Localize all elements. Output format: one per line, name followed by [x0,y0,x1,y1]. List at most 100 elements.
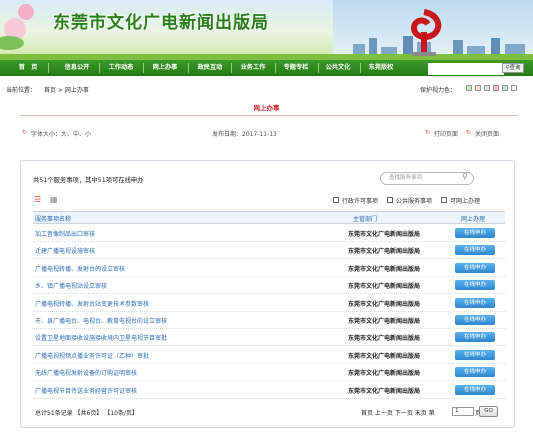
search-button[interactable]: ⚲查询 [502,63,524,73]
apply-online-button[interactable]: 在线申办 [455,332,495,343]
col-header-dept: 主管部门 [353,216,378,223]
header-banner: 东莞市文化广电新闻出版局 [0,0,533,60]
color-swatch[interactable] [484,85,490,91]
color-swatch[interactable] [502,85,508,91]
service-dept: 东莞市文化广电新闻出版局 [348,283,421,291]
page-number-input[interactable]: 1 [452,407,474,416]
table-row: 加工音像制品出口审核 东莞市文化广电新闻出版局 在线申办 [33,225,505,242]
eye-care-label: 保护视力色： [420,87,457,94]
search-button-label: 查询 [509,65,521,71]
table-row: 广播电视转播、发射台的设立审核 东莞市文化广电新闻出版局 在线申办 [33,260,505,277]
apply-online-button[interactable]: 在线申办 [455,262,495,273]
service-dept: 东莞市文化广电新闻出版局 [348,265,421,273]
print-icon: ↻ [425,129,431,136]
apply-online-button[interactable]: 在线申办 [455,280,495,291]
nav-item-special-topics[interactable]: 专题专栏 [276,60,316,76]
nav-item-info-disclosure[interactable]: 信息公开 [57,60,97,76]
nav-item-work-news[interactable]: 工作动态 [101,60,141,76]
nav-divider [231,63,232,73]
search-icon[interactable]: ⚲ [462,172,468,181]
service-name-link[interactable]: 广播电视视频点播业务许可证（乙种）审批 [35,351,149,360]
apply-online-button[interactable]: 在线申办 [455,367,495,378]
nav-item-online-services[interactable]: 网上办事 [145,60,185,76]
service-dept: 东莞市文化广电新闻出版局 [348,335,421,343]
table-row: 市、县广播电台、电视台、教育电视台的设立审核 东莞市文化广电新闻出版局 在线申办 [33,312,505,329]
apply-online-button[interactable]: 在线申办 [455,228,495,238]
main-nav: 首 页 信息公开 工作动态 网上办事 政民互动 业务工作 专题专栏 公共文化 东… [0,60,533,76]
service-name-link[interactable]: 乡、镇广播电视站设立审核 [35,281,107,290]
table-row: 广播电视视频点播业务许可证（乙种）审批 东莞市文化广电新闻出版局 在线申办 [33,347,505,364]
close-icon: ↻ [466,129,472,136]
filter-label-online: 可网上办理 [450,198,481,205]
nav-divider [99,63,100,73]
table-row: 迁建广播电视设施审核 东莞市文化广电新闻出版局 在线申办 [33,242,505,260]
breadcrumb[interactable]: 首页 > 网上办事 [44,85,89,94]
service-dept: 东莞市文化广电新闻出版局 [348,318,421,325]
nav-item-home[interactable]: 首 页 [12,60,44,76]
apply-online-button[interactable]: 在线申办 [455,315,495,325]
nav-divider [143,63,144,73]
service-name-link[interactable]: 市、县广播电台、电视台、教育电视台的设立审核 [35,316,167,325]
service-summary: 共51个服务事项，其中51项可在线申办 [33,177,144,184]
service-name-link[interactable]: 广播电视转播、发射台站变更技术参数审核 [35,299,149,308]
filter-label-admin-permit: 行政许可事项 [342,198,379,205]
service-dept: 东莞市文化广电新闻出版局 [348,248,421,256]
apply-online-button[interactable]: 在线申办 [455,384,495,395]
title-divider [20,115,518,116]
color-swatch[interactable] [475,85,481,91]
service-name-link[interactable]: 无线广播电视发射设备的订购证明审核 [35,368,137,377]
location-bar: 当前位置： 首页 > 网上办事 保护视力色： [0,83,533,94]
apply-online-button[interactable]: 在线申办 [455,245,495,256]
service-name-link[interactable]: 广播电视转播、发射台的设立审核 [35,264,125,273]
service-name-link[interactable]: 广播电视节目传送业务经营许可证审核 [35,386,137,395]
service-dept: 东莞市文化广电新闻出版局 [348,231,421,238]
filter-checkbox-public-service[interactable] [387,197,393,203]
publish-date: 发布日期：2017-11-13 [212,131,277,138]
record-info: 总计51条记录 【共6页】 【10条/页】 [35,410,138,417]
site-search-input[interactable] [428,63,504,75]
service-dept: 东莞市文化广电新闻出版局 [348,387,421,395]
service-search-input[interactable]: 查找服务事项 [380,172,474,185]
col-header-name: 服务事项名称 [35,216,72,223]
apply-online-button[interactable]: 在线申办 [455,349,495,360]
service-dept: 东莞市文化广电新闻出版局 [348,370,421,378]
service-name-link[interactable]: 设置卫星地面接收设施接收境内卫星电视节目审批 [35,333,167,342]
grid-view-icon[interactable]: ▦ [50,195,58,204]
table-row: 无线广播电视发射设备的订购证明审核 东莞市文化广电新闻出版局 在线申办 [33,364,505,382]
flower-decoration [18,4,34,20]
table-row: 乡、镇广播电视站设立审核 东莞市文化广电新闻出版局 在线申办 [33,277,505,295]
nav-item-public-interaction[interactable]: 政民互动 [190,60,230,76]
page-title: 网上办事 [253,104,280,112]
table-row: 广播电视转播、发射台站变更技术参数审核 东莞市文化广电新闻出版局 在线申办 [33,295,505,312]
table-header: 服务事项名称 主管部门 网上办理 [33,211,505,224]
close-page-link[interactable]: 关闭页面 [475,129,499,138]
nav-item-copyright[interactable]: 东莞版权 [361,60,401,76]
filter-checkbox-online[interactable] [441,197,447,203]
col-header-online: 网上办理 [461,216,486,223]
location-label: 当前位置： [6,87,37,94]
service-name-link[interactable]: 迁建广播电视设施审核 [35,246,95,255]
font-size-icon: ↻ [22,129,28,136]
color-swatch[interactable] [511,85,517,91]
service-dept: 东莞市文化广电新闻出版局 [348,300,421,308]
font-size-control[interactable]: 字体大小：大、中、小 [31,129,91,138]
filter-label-public-service: 公共服务事项 [396,198,433,205]
filter-checkbox-admin-permit[interactable] [333,197,339,203]
apply-online-button[interactable]: 在线申办 [455,297,495,308]
color-swatch[interactable] [493,85,499,91]
nav-item-public-culture[interactable]: 公共文化 [318,60,358,76]
pagination-links[interactable]: 首页 上一页 下一页 末页 第 [361,408,435,417]
flower-decoration [0,36,24,50]
nav-item-business[interactable]: 业务工作 [233,60,273,76]
red-sculpture-icon [410,9,442,56]
go-button[interactable]: GO [479,406,498,417]
table-row: 设置卫星地面接收设施接收境内卫星电视节目审批 东莞市文化广电新闻出版局 在线申办 [33,329,505,347]
print-page-link[interactable]: 打印页面 [434,129,458,138]
table-row: 广播电视节目传送业务经营许可证审核 东莞市文化广电新闻出版局 在线申办 [33,382,505,399]
service-name-link[interactable]: 加工音像制品出口审核 [35,229,95,238]
list-view-icon[interactable]: ☰ [34,195,41,204]
color-swatch[interactable] [466,85,472,91]
nav-divider [188,63,189,73]
nav-divider [48,63,49,73]
service-dept: 东莞市文化广电新闻出版局 [348,352,421,360]
